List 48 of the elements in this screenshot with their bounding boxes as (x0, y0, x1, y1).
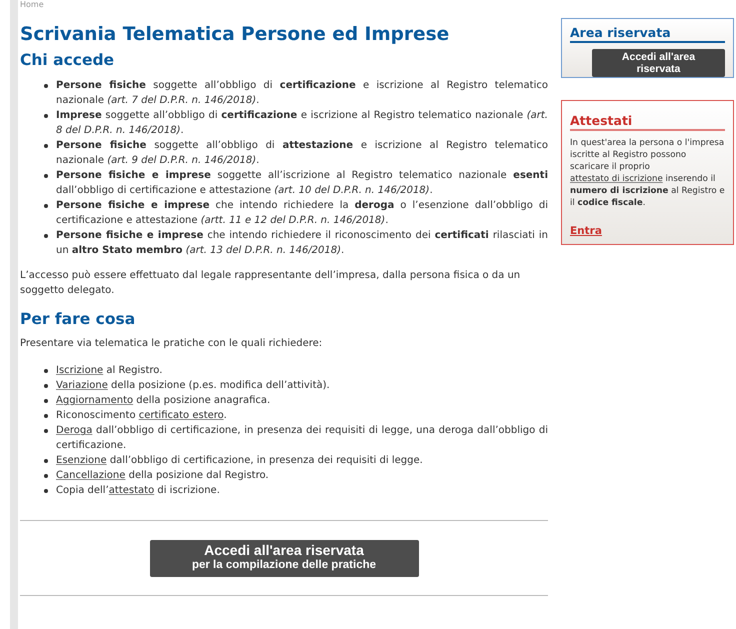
bullet-icon (44, 369, 48, 374)
section-heading: Per fare cosa (20, 310, 136, 328)
list-item: Deroga dall’obbligo di certificazione, in presenza dei requisiti di legge, una deroga dall’obbligo di certificazione. (56, 424, 548, 454)
reserved-area-button[interactable]: Accedi all'area riservata per la compilazione delle pratiche (150, 540, 418, 577)
access-note: L’accesso può essere effettuato dal legale rappresentante dell’impresa, dalla persona fisica o da un soggetto delegato. (20, 268, 522, 298)
text-link[interactable]: Iscrizione (56, 365, 104, 376)
bullet-icon (44, 234, 48, 238)
text-link[interactable]: Aggiornamento (56, 395, 134, 406)
text-link[interactable]: Variazione (56, 380, 108, 392)
list-item: Persone fisiche e imprese che intendo richiedere il riconoscimento dei certificati rilasciati in un altro Stato membro (art. 13 del D.P.R. n. 146/2018). (56, 228, 548, 258)
text-link[interactable]: Deroga (56, 425, 92, 436)
bullet-icon (44, 414, 48, 418)
text-link[interactable]: attestato di iscrizione (570, 174, 663, 184)
section-heading: Chi accede (20, 51, 116, 70)
panel-title: Attestati (570, 115, 725, 131)
list-item: Esenzione dall’obbligo di certificazione, in presenza dei requisiti di legge. (56, 454, 424, 468)
bullet-icon (44, 384, 48, 388)
list-item: Iscrizione al Registro. (56, 364, 164, 378)
list-item: Persone fisiche e imprese che intendo richiedere la deroga o l’esenzione dall’obbligo di certificazione e attestazione (artt. 11 e 12 del D.P.R. n. 146/2018). (56, 198, 548, 228)
list-item: Persone fisiche e imprese soggette all’iscrizione al Registro telematico nazionale esenti dall’obbligo di certificazione e attestazione (art. 10 del D.P.R. n. 146/2018). (56, 168, 548, 198)
list-item: Riconoscimento certificato estero. (56, 409, 228, 424)
login-button[interactable]: Accedi all'area riservata (592, 49, 725, 77)
enter-link[interactable]: Entra (570, 225, 602, 237)
panel-title: Area riservata (570, 27, 725, 43)
list-item: Persone fisiche soggette all’obbligo di attestazione e iscrizione al Registro telematico nazionale (art. 9 del D.P.R. n. 146/2018). (56, 138, 548, 168)
bullet-icon (44, 459, 48, 464)
text-link[interactable]: Cancellazione (56, 470, 126, 482)
bullet-icon (44, 399, 48, 404)
bullet-icon (44, 429, 48, 434)
page-title: Scrivania Telematica Persone ed Imprese (20, 24, 450, 46)
list-item: Imprese soggette all’obbligo di certificazione e iscrizione al Registro telematico nazionale (art. 8 del D.P.R. n. 146/2018). (56, 108, 548, 138)
bullet-icon (44, 114, 48, 118)
panel-text: In quest'area la persona o l'impresa iscritte al Registro possono scaricare il proprio attestato di iscrizione inserendo il numero di iscrizione al Registro e il codice fiscale. (570, 137, 725, 209)
text-link[interactable]: certificato estero (138, 410, 224, 422)
list-item: Persone fisiche soggette all’obbligo di certificazione e iscrizione al Registro telematico nazionale (art. 7 del D.P.R. n. 146/2018). (56, 78, 548, 108)
bullet-icon (44, 474, 48, 478)
text-link[interactable]: Esenzione (56, 455, 107, 466)
text-link[interactable]: attestato (108, 485, 154, 496)
bullet-icon (44, 204, 48, 208)
list-item: Cancellazione della posizione dal Registro. (56, 469, 270, 484)
bullet-icon (44, 84, 48, 88)
bullet-icon (44, 174, 48, 178)
intro-text: Presentare via telematica le pratiche con le quali richiedere: (20, 337, 324, 352)
bullet-icon (44, 144, 48, 148)
bullet-icon (44, 489, 48, 494)
list-item: Variazione della posizione (p.es. modifica dell’attività). (56, 379, 331, 394)
list-item: Copia dell’attestato di iscrizione. (56, 484, 221, 498)
list-item: Aggiornamento della posizione anagrafica. (56, 394, 272, 408)
